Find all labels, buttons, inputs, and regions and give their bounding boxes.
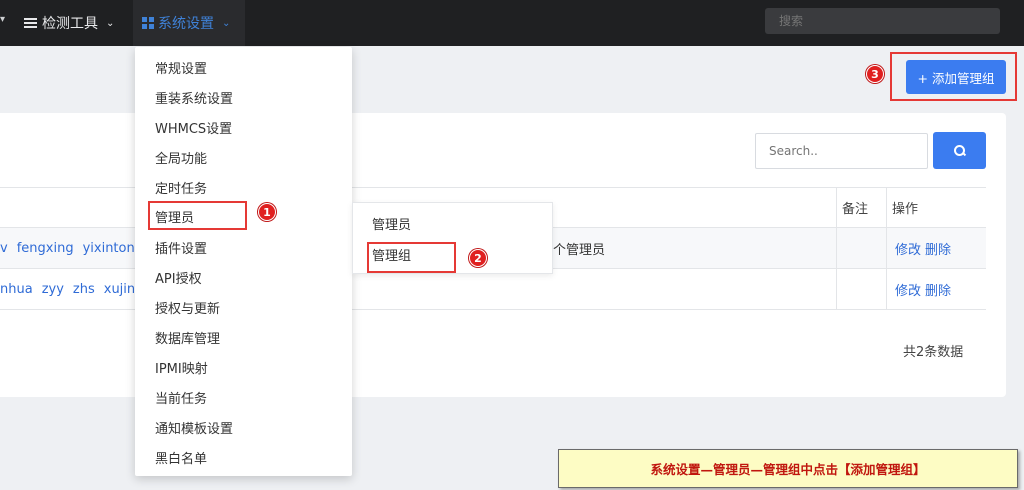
chevron-down-icon: ⌄ bbox=[222, 17, 231, 29]
table-search-input[interactable] bbox=[755, 133, 928, 169]
grid-icon bbox=[142, 17, 154, 29]
delete-link[interactable]: 删除 bbox=[925, 239, 951, 258]
delete-link[interactable]: 删除 bbox=[925, 280, 951, 299]
member-link[interactable]: fengxing bbox=[17, 241, 74, 256]
menu-item-global[interactable]: 全局功能 bbox=[155, 147, 207, 167]
step-marker-2: 2 bbox=[469, 249, 487, 267]
highlight-box-add-group: + 添加管理组 bbox=[890, 52, 1017, 101]
step-marker-3: 3 bbox=[866, 65, 884, 83]
menu-item-api[interactable]: API授权 bbox=[155, 267, 202, 287]
chevron-down-icon: ⌄ bbox=[106, 17, 115, 29]
step-marker-1: 1 bbox=[258, 203, 276, 221]
nav-tools[interactable]: 检测工具 ⌄ bbox=[24, 0, 114, 46]
header-actions: 操作 bbox=[892, 202, 919, 217]
member-link[interactable]: v bbox=[0, 241, 8, 256]
header-remark: 备注 bbox=[842, 202, 869, 217]
instruction-note: 系统设置—管理员—管理组中点击【添加管理组】 bbox=[558, 449, 1018, 488]
menu-item-notify-templates[interactable]: 通知模板设置 bbox=[155, 417, 233, 437]
add-group-button[interactable]: + 添加管理组 bbox=[906, 60, 1006, 94]
menu-item-tasks[interactable]: 当前任务 bbox=[155, 387, 207, 407]
member-link[interactable]: yixintong bbox=[83, 241, 143, 256]
chevron-down-icon[interactable]: ▾ bbox=[0, 14, 5, 25]
nav-settings-label: 系统设置 bbox=[158, 16, 214, 32]
member-link[interactable]: zhs bbox=[73, 282, 95, 297]
total-count: 共2条数据 bbox=[903, 345, 964, 360]
admin-submenu: 管理员 管理组 bbox=[352, 202, 553, 274]
edit-link[interactable]: 修改 bbox=[895, 239, 921, 258]
menu-item-ipmi[interactable]: IPMI映射 bbox=[155, 357, 208, 377]
menu-item-database[interactable]: 数据库管理 bbox=[155, 327, 220, 347]
list-icon bbox=[24, 17, 37, 29]
table-search-button[interactable] bbox=[933, 132, 986, 169]
menu-item-blacklist[interactable]: 黑白名单 bbox=[155, 447, 207, 467]
settings-dropdown-menu: 常规设置 重装系统设置 WHMCS设置 全局功能 定时任务 管理员 插件设置 A… bbox=[135, 47, 352, 476]
member-link[interactable]: nhua bbox=[0, 282, 33, 297]
row-actions: 修改 删除 bbox=[895, 269, 955, 309]
row-actions: 修改 删除 bbox=[895, 228, 955, 268]
submenu-item-admins[interactable]: 管理员 bbox=[372, 213, 411, 233]
member-list: nhua zyy zhs xujin bbox=[0, 269, 144, 309]
member-link[interactable]: xujin bbox=[104, 282, 135, 297]
member-link[interactable]: zyy bbox=[42, 282, 64, 297]
submenu-item-groups[interactable]: 管理组 bbox=[372, 244, 411, 264]
menu-item-admin[interactable]: 管理员 bbox=[155, 206, 194, 226]
top-navbar: ▾ 检测工具 ⌄ 系统设置 ⌄ bbox=[0, 0, 1024, 46]
menu-item-cron[interactable]: 定时任务 bbox=[155, 177, 207, 197]
nav-tools-label: 检测工具 bbox=[42, 16, 98, 32]
nav-search-input[interactable] bbox=[765, 8, 1000, 34]
nav-settings[interactable]: 系统设置 ⌄ bbox=[133, 0, 245, 46]
edit-link[interactable]: 修改 bbox=[895, 280, 921, 299]
menu-item-plugins[interactable]: 插件设置 bbox=[155, 237, 207, 257]
menu-item-whmcs[interactable]: WHMCS设置 bbox=[155, 117, 232, 137]
member-list: v fengxing yixintong bbox=[0, 228, 152, 268]
member-count: 个管理员 bbox=[553, 242, 606, 258]
search-icon bbox=[954, 145, 965, 156]
menu-item-license[interactable]: 授权与更新 bbox=[155, 297, 220, 317]
menu-item-general[interactable]: 常规设置 bbox=[155, 57, 207, 77]
menu-item-reinstall[interactable]: 重装系统设置 bbox=[155, 87, 233, 107]
